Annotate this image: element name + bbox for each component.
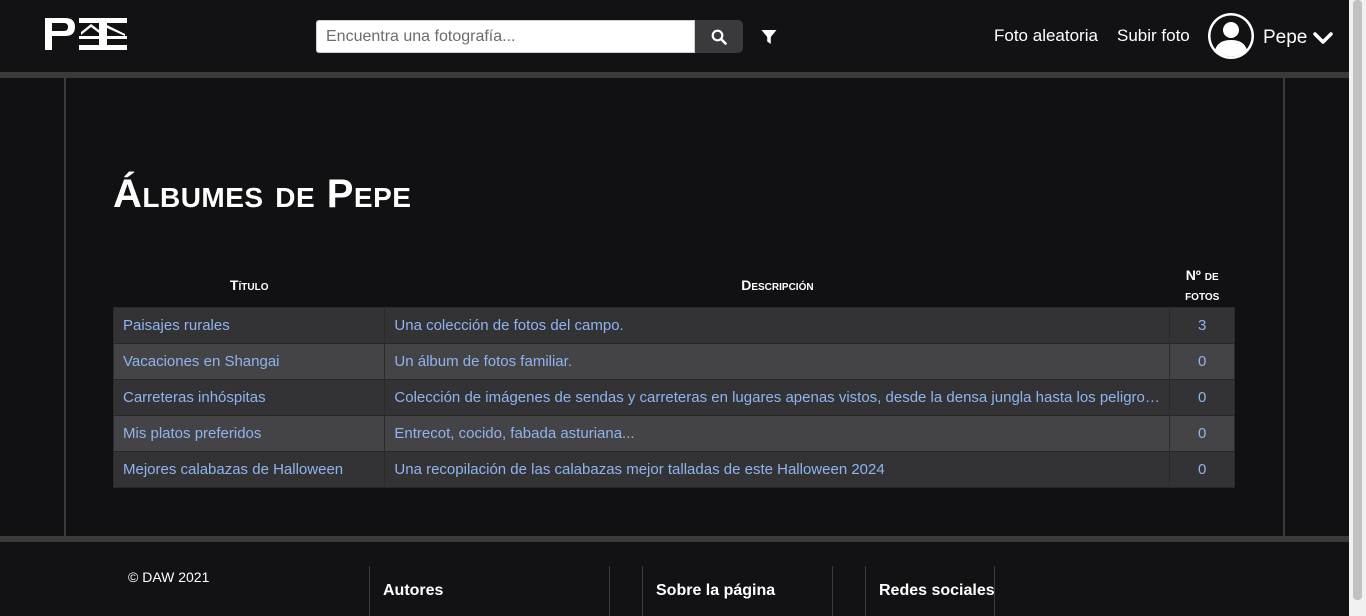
album-photo-count[interactable]: 0 [1170,415,1235,451]
user-name[interactable]: Pepe [1263,27,1307,49]
album-description-link[interactable]: Un álbum de fotos familiar. [384,343,1171,379]
album-photo-count[interactable]: 0 [1170,379,1235,415]
page-title: Álbumes de Pepe [113,172,412,216]
scrollbar-thumb[interactable] [1353,0,1362,600]
table-row: Carreteras inhóspitas Colección de imáge… [113,379,1235,415]
site-footer: © DAW 2021 Autores Sobre la página Redes… [0,542,1349,616]
footer-column-authors[interactable]: Autores [369,566,610,616]
header-description: Descripción [741,277,814,294]
footer-heading-social[interactable]: Redes sociales [879,582,995,600]
site-logo[interactable]: PI [45,18,127,50]
album-title-link[interactable]: Mis platos preferidos [113,415,386,451]
album-description-link[interactable]: Colección de imágenes de sendas y carret… [384,379,1171,415]
header-photo-count: Nº de fotos [1185,267,1220,304]
album-description-link[interactable]: Entrecot, cocido, fabada asturiana... [384,415,1171,451]
header-title: Título [229,277,269,294]
copyright: © DAW 2021 [128,569,210,585]
album-description-link[interactable]: Una colección de fotos del campo. [384,307,1171,343]
page: PI Foto aleatoria Subir foto [0,0,1349,616]
album-title-link[interactable]: Vacaciones en Shangai [113,343,386,379]
search-icon [711,29,727,45]
user-avatar-icon[interactable] [1208,13,1254,59]
table-header-row: Título Descripción Nº de fotos [114,264,1235,307]
album-photo-count[interactable]: 0 [1170,343,1235,379]
album-photo-count[interactable]: 0 [1170,451,1235,487]
footer-heading-about[interactable]: Sobre la página [656,582,775,600]
vertical-scrollbar[interactable] [1349,0,1366,616]
album-title-link[interactable]: Mejores calabazas de Halloween [113,451,386,487]
table-row: Vacaciones en Shangai Un álbum de fotos … [113,343,1235,379]
filter-icon [761,30,777,44]
album-photo-count[interactable]: 3 [1170,307,1235,343]
footer-column-social[interactable]: Redes sociales [865,566,995,616]
table-row: Mis platos preferidos Entrecot, cocido, … [113,415,1235,451]
album-description-link[interactable]: Una recopilación de las calabazas mejor … [384,451,1171,487]
site-header: PI Foto aleatoria Subir foto [0,0,1349,72]
filter-button[interactable] [758,26,780,48]
album-title-link[interactable]: Paisajes rurales [113,307,386,343]
random-photo-link[interactable]: Foto aleatoria [994,26,1098,46]
album-title-link[interactable]: Carreteras inhóspitas [113,379,386,415]
footer-heading-authors[interactable]: Autores [383,582,443,600]
search-button[interactable] [695,20,743,53]
footer-column-about[interactable]: Sobre la página [642,566,833,616]
table-row: Paisajes rurales Una colección de fotos … [113,307,1235,343]
search-input[interactable] [316,20,695,53]
chevron-down-icon[interactable] [1313,30,1333,46]
albums-table: Título Descripción Nº de fotos Paisajes … [113,264,1235,488]
upload-photo-link[interactable]: Subir foto [1117,26,1190,46]
table-row: Mejores calabazas de Halloween Una recop… [113,451,1235,487]
